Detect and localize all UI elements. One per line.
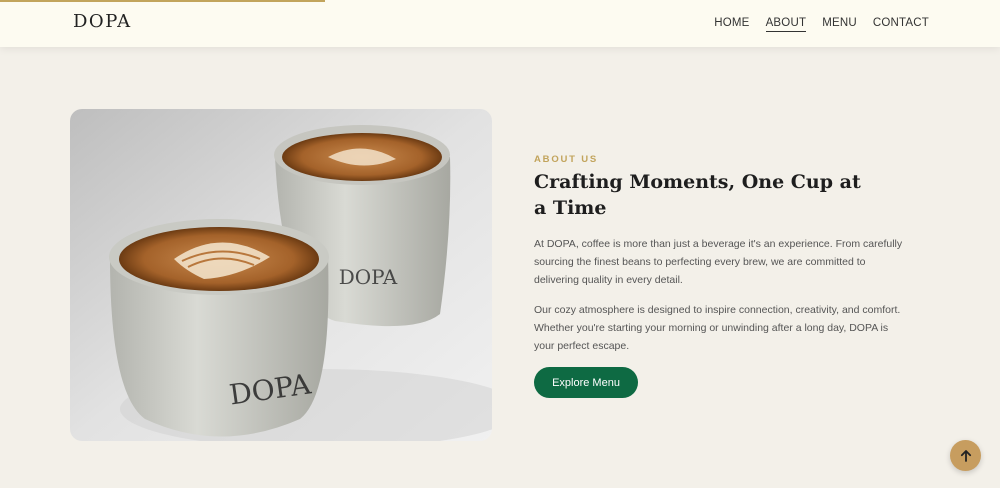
back-cup-logo: DOPA bbox=[339, 265, 398, 289]
back-to-top-button[interactable] bbox=[950, 440, 981, 471]
explore-menu-button[interactable]: Explore Menu bbox=[534, 367, 638, 398]
logo[interactable]: DOPA bbox=[73, 11, 132, 32]
nav-contact[interactable]: CONTACT bbox=[873, 17, 929, 32]
main-nav: HOME ABOUT MENU CONTACT bbox=[714, 17, 929, 32]
section-title: Crafting Moments, One Cup at a Time bbox=[534, 171, 861, 219]
coffee-cups-photo: DOPA DOPA bbox=[70, 109, 492, 441]
about-paragraph-2: Our cozy atmosphere is designed to inspi… bbox=[534, 304, 901, 352]
nav-menu[interactable]: MENU bbox=[822, 17, 857, 32]
arrow-up-icon bbox=[960, 449, 971, 462]
about-section: ABOUT US Crafting Moments, One Cup at a … bbox=[534, 154, 914, 355]
about-paragraph-1: At DOPA, coffee is more than just a beve… bbox=[534, 238, 903, 286]
scroll-progress-bar bbox=[0, 0, 325, 2]
nav-about[interactable]: ABOUT bbox=[765, 17, 807, 32]
site-header: DOPA HOME ABOUT MENU CONTACT bbox=[0, 0, 1000, 47]
nav-home[interactable]: HOME bbox=[714, 17, 749, 32]
section-eyebrow: ABOUT US bbox=[534, 154, 599, 165]
